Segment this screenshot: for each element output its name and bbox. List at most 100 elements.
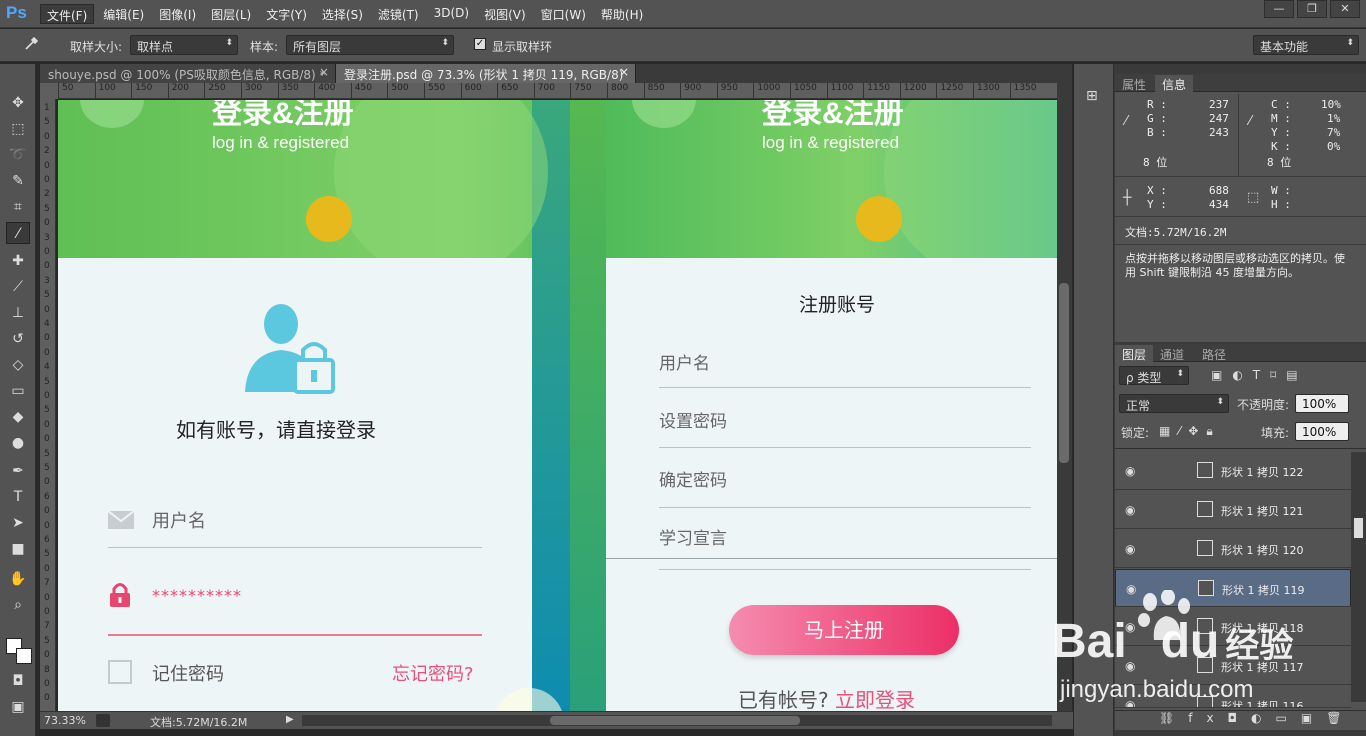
visibility-eye-icon[interactable]: ◉ bbox=[1125, 659, 1135, 673]
quick-select-tool-icon[interactable]: ✎ bbox=[6, 170, 30, 192]
menu-image[interactable]: 图像(I) bbox=[153, 4, 202, 24]
blend-mode-select[interactable]: 正常 ⬍ bbox=[1119, 394, 1229, 413]
horizontal-ruler[interactable]: 50 100 150 200 250 300 350 400 450 500 550 600 650 70… bbox=[58, 83, 1057, 99]
minimize-button[interactable]: — bbox=[1264, 0, 1294, 18]
menu-layer[interactable]: 图层(L) bbox=[205, 4, 257, 24]
opacity-input[interactable]: 100% bbox=[1295, 394, 1349, 413]
menu-3d[interactable]: 3D(D) bbox=[428, 4, 475, 24]
reg-username-input[interactable]: 用户名 bbox=[659, 349, 710, 374]
menu-type[interactable]: 文字(Y) bbox=[260, 4, 313, 24]
tab-channels[interactable]: 通道 bbox=[1153, 345, 1191, 362]
register-button[interactable]: 马上注册 bbox=[729, 605, 959, 655]
tab-login-register[interactable]: 登录注册.psd @ 73.3% (形状 1 拷贝 119, RGB/8) * … bbox=[336, 64, 636, 97]
eyedropper-preset-icon[interactable] bbox=[20, 34, 44, 56]
stamp-tool-icon[interactable]: ⊥ bbox=[6, 302, 30, 324]
scroll-thumb[interactable] bbox=[1059, 283, 1069, 463]
workspace-select[interactable]: 基本功能 ⬍ bbox=[1253, 35, 1359, 55]
healing-brush-icon[interactable]: ✚ bbox=[6, 250, 30, 272]
menu-window[interactable]: 窗口(W) bbox=[535, 4, 592, 24]
confirm-password-input[interactable]: 确定密码 bbox=[659, 466, 727, 491]
k-value: 0% bbox=[1327, 140, 1341, 153]
restore-button[interactable]: ❐ bbox=[1297, 0, 1327, 18]
status-menu-arrow-icon[interactable]: ▶ bbox=[286, 714, 294, 725]
menu-file[interactable]: 文件(F) bbox=[40, 4, 95, 24]
history-panel-icon[interactable]: ⊞ bbox=[1086, 88, 1098, 104]
history-brush-icon[interactable]: ↺ bbox=[6, 328, 30, 350]
remember-checkbox[interactable] bbox=[108, 660, 132, 684]
quick-mask-icon[interactable]: ◘ bbox=[6, 670, 30, 692]
rectangle-tool-icon[interactable]: ■ bbox=[6, 538, 30, 560]
status-doc-size: 文档:5.72M/16.2M bbox=[150, 716, 248, 729]
visibility-eye-icon[interactable]: ◉ bbox=[1125, 464, 1135, 478]
visibility-eye-icon[interactable]: ◉ bbox=[1125, 620, 1135, 634]
move-tool-icon[interactable]: ✥ bbox=[6, 92, 30, 114]
canvas-vertical-scrollbar[interactable] bbox=[1057, 83, 1072, 711]
screen-mode-icon[interactable]: ▣ bbox=[6, 696, 30, 718]
layer-row[interactable]: ◉ 形状 1 拷贝 121 bbox=[1115, 491, 1351, 529]
document-canvas[interactable]: 登录&注册 log in & registered 登录&注册 log in &… bbox=[58, 100, 1057, 711]
login-now-link[interactable]: 立即登录 bbox=[835, 688, 915, 711]
dodge-tool-icon[interactable]: ● bbox=[6, 432, 30, 454]
type-tool-icon[interactable]: T bbox=[6, 486, 30, 508]
lasso-tool-icon[interactable]: ➰ bbox=[6, 144, 30, 166]
eyedropper-tool-icon[interactable]: ⁄ bbox=[6, 222, 30, 244]
eraser-tool-icon[interactable]: ◇ bbox=[6, 354, 30, 376]
visibility-eye-icon[interactable]: ◉ bbox=[1126, 582, 1136, 596]
tab-layers[interactable]: 图层 bbox=[1115, 345, 1154, 362]
menu-view[interactable]: 视图(V) bbox=[478, 4, 532, 24]
layer-row[interactable]: ◉ 形状 1 拷贝 118 bbox=[1115, 608, 1351, 646]
layer-filter-select[interactable]: ρ 类型 ⬍ bbox=[1119, 366, 1189, 385]
menu-select[interactable]: 选择(S) bbox=[316, 4, 369, 24]
layers-footer-icons[interactable]: ⛓fx◘◐▭▣🗑︎ bbox=[1115, 710, 1366, 730]
layer-row[interactable]: ◉ 形状 1 拷贝 117 bbox=[1115, 647, 1351, 685]
marquee-tool-icon[interactable]: ⬚ bbox=[6, 118, 30, 140]
background-color-swatch[interactable] bbox=[16, 648, 32, 664]
tab-properties[interactable]: 属性 bbox=[1115, 75, 1153, 92]
visibility-eye-icon[interactable]: ◉ bbox=[1125, 698, 1135, 707]
crop-tool-icon[interactable]: ⌗ bbox=[6, 196, 30, 218]
show-ring-checkbox[interactable]: ✓ bbox=[474, 38, 486, 50]
layer-row[interactable]: ◉ 形状 1 拷贝 122 bbox=[1115, 452, 1351, 490]
close-button[interactable]: ✕ bbox=[1330, 0, 1360, 18]
tab-close-icon[interactable]: × bbox=[319, 65, 329, 79]
sample-size-select[interactable]: 取样点 ⬍ bbox=[130, 35, 238, 55]
study-declaration-input[interactable]: 学习宣言 bbox=[659, 524, 727, 549]
filter-icons[interactable]: ▣◐T⌑▤ bbox=[1211, 368, 1308, 382]
gradient-tool-icon[interactable]: ▭ bbox=[6, 380, 30, 402]
password-input[interactable]: ********** bbox=[152, 586, 242, 605]
menu-edit[interactable]: 编辑(E) bbox=[97, 4, 150, 24]
path-select-icon[interactable]: ➤ bbox=[6, 512, 30, 534]
visibility-eye-icon[interactable]: ◉ bbox=[1125, 503, 1135, 517]
brush-tool-icon[interactable]: ⟋ bbox=[6, 276, 30, 298]
username-input[interactable]: 用户名 bbox=[152, 507, 206, 533]
ruler-corner[interactable] bbox=[40, 83, 58, 99]
sample-select[interactable]: 所有图层 ⬍ bbox=[286, 35, 454, 55]
menu-help[interactable]: 帮助(H) bbox=[595, 4, 649, 24]
layers-scrollbar[interactable] bbox=[1351, 452, 1366, 702]
layer-row[interactable]: ◉ 形状 1 拷贝 120 bbox=[1115, 530, 1351, 568]
tab-close-icon[interactable]: × bbox=[619, 65, 629, 79]
forgot-password-link[interactable]: 忘记密码? bbox=[392, 660, 474, 686]
visibility-eye-icon[interactable]: ◉ bbox=[1125, 542, 1135, 556]
scroll-thumb[interactable] bbox=[1354, 518, 1363, 538]
blur-tool-icon[interactable]: ◆ bbox=[6, 406, 30, 428]
register-title: 登录&注册 bbox=[762, 100, 904, 130]
hand-tool-icon[interactable]: ✋ bbox=[6, 568, 30, 590]
status-info-icon[interactable] bbox=[96, 714, 110, 727]
canvas-horizontal-scrollbar[interactable] bbox=[302, 715, 1052, 726]
fill-input[interactable]: 100% bbox=[1295, 422, 1349, 441]
tab-info[interactable]: 信息 bbox=[1155, 75, 1194, 92]
ruler-tick-label: 1 bbox=[44, 103, 50, 113]
menu-filter[interactable]: 滤镜(T) bbox=[372, 4, 425, 24]
layer-row-selected[interactable]: ◉ 形状 1 拷贝 119 bbox=[1115, 569, 1351, 607]
zoom-level[interactable]: 73.33% bbox=[44, 714, 86, 727]
tab-paths[interactable]: 路径 bbox=[1195, 345, 1233, 362]
layer-row[interactable]: ◉ 形状 1 拷贝 116 bbox=[1115, 686, 1351, 708]
lock-icons[interactable]: ▦⁄✥🔒︎ bbox=[1159, 424, 1221, 439]
scroll-thumb[interactable] bbox=[550, 716, 800, 725]
set-password-input[interactable]: 设置密码 bbox=[659, 407, 727, 432]
zoom-tool-icon[interactable]: ⌕ bbox=[6, 594, 30, 616]
vertical-ruler[interactable]: 1 5 0 2 0 0 2 5 0 3 0 0 3 5 0 4 0 0 4 5 0 5 0 0 5 5 0 6 0 0 6 5 0 7 0 0 7 5 0 8… bbox=[40, 99, 56, 711]
tab-shouye[interactable]: shouye.psd @ 100% (PS吸取颜色信息, RGB/8) * × bbox=[40, 64, 336, 83]
pen-tool-icon[interactable]: ✒ bbox=[6, 460, 30, 482]
